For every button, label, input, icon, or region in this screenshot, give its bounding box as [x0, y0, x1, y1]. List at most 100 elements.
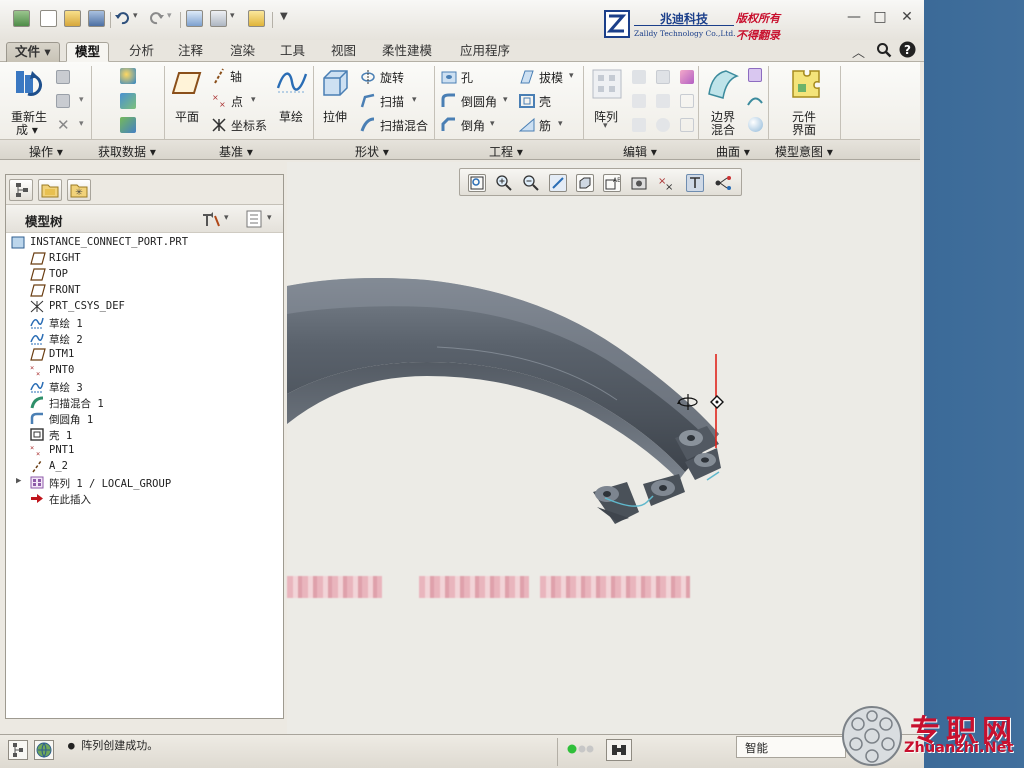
group-edit[interactable]: 编辑 ▾: [623, 143, 657, 160]
new-icon[interactable]: [40, 10, 57, 27]
trim-icon[interactable]: [632, 94, 646, 108]
show-list-icon[interactable]: [246, 210, 262, 228]
group-operations[interactable]: 操作 ▾: [29, 143, 63, 160]
group-model-intent[interactable]: 模型意图 ▾: [775, 143, 833, 160]
toggle-navigator-icon[interactable]: [8, 740, 28, 760]
sweep-dropdown-icon[interactable]: ▾: [412, 95, 417, 105]
chamfer-button[interactable]: 倒角: [461, 117, 485, 134]
view-manager-icon[interactable]: [630, 174, 648, 192]
tab-view[interactable]: 视图: [323, 42, 364, 62]
windows-icon[interactable]: [210, 10, 227, 27]
revolve-button[interactable]: 旋转: [380, 69, 404, 86]
customize-toolbar-icon[interactable]: ▼: [280, 11, 288, 22]
sweep-button[interactable]: 扫描: [380, 93, 404, 110]
undo-dropdown-icon[interactable]: ▾: [133, 11, 138, 21]
settings-dropdown-icon[interactable]: ▾: [224, 213, 229, 223]
graphics-viewport[interactable]: [287, 162, 920, 734]
save-icon[interactable]: [88, 10, 105, 27]
thicken-icon[interactable]: [656, 118, 670, 132]
shell-button[interactable]: 壳: [539, 93, 551, 110]
group-get-data[interactable]: 获取数据 ▾: [98, 143, 156, 160]
round-button[interactable]: 倒圆角: [461, 93, 497, 110]
annotation-display-icon[interactable]: [686, 174, 704, 192]
intersect-icon[interactable]: [656, 94, 670, 108]
extend-icon[interactable]: [680, 94, 694, 108]
datum-point-marker[interactable]: [710, 395, 724, 409]
tab-favorites[interactable]: ✳: [67, 179, 91, 201]
freestyle-icon[interactable]: [747, 93, 763, 109]
windows-dropdown-icon[interactable]: ▾: [230, 11, 235, 21]
group-surfaces[interactable]: 曲面 ▾: [716, 143, 750, 160]
regenerate-quick-icon[interactable]: [186, 10, 203, 27]
part-3d-model[interactable]: [287, 162, 920, 734]
rib-dropdown-icon[interactable]: ▾: [558, 119, 563, 129]
zoom-in-icon[interactable]: [495, 174, 513, 192]
copy-geometry-icon[interactable]: [120, 93, 136, 109]
redo-dropdown-icon[interactable]: ▾: [167, 11, 172, 21]
find-icon[interactable]: [606, 739, 632, 761]
sphere-surface-icon[interactable]: [748, 117, 763, 132]
draft-button[interactable]: 拔模: [539, 69, 563, 86]
delete-dropdown-icon[interactable]: ▾: [79, 119, 84, 129]
delete-icon[interactable]: ✕: [57, 116, 70, 134]
expand-arrow-icon[interactable]: ▶: [16, 476, 21, 486]
settings-tools-icon[interactable]: [201, 210, 221, 228]
merge-icon[interactable]: [656, 70, 670, 84]
rib-button[interactable]: 筋: [539, 117, 551, 134]
axis-button[interactable]: 轴: [230, 68, 242, 85]
selection-filter-dropdown[interactable]: 智能: [736, 736, 846, 758]
redo-icon[interactable]: [148, 10, 165, 27]
group-datum[interactable]: 基准 ▾: [219, 143, 253, 160]
help-icon[interactable]: ?: [899, 41, 916, 58]
minimize-icon[interactable]: —: [846, 9, 862, 25]
close-window-icon[interactable]: [248, 10, 265, 27]
chamfer-dropdown-icon[interactable]: ▾: [490, 119, 495, 129]
search-icon[interactable]: [876, 42, 892, 58]
show-dropdown-icon[interactable]: ▾: [267, 213, 272, 223]
group-engineering[interactable]: 工程 ▾: [489, 143, 523, 160]
tab-analysis[interactable]: 分析: [121, 42, 162, 62]
paste-icon[interactable]: [56, 94, 70, 108]
display-style-icon[interactable]: [576, 174, 594, 192]
tab-model-tree[interactable]: [9, 179, 33, 201]
tab-render[interactable]: 渲染: [222, 42, 263, 62]
hole-button[interactable]: 孔: [461, 69, 473, 86]
tab-file[interactable]: 文件 ▾: [6, 42, 60, 62]
round-dropdown-icon[interactable]: ▾: [503, 95, 508, 105]
maximize-icon[interactable]: □: [872, 9, 888, 25]
repaint-icon[interactable]: [549, 174, 567, 192]
tab-tools[interactable]: 工具: [272, 42, 313, 62]
ribbon-collapse-icon[interactable]: ︿: [852, 42, 865, 61]
refit-icon[interactable]: [468, 174, 486, 192]
tab-folder-browser[interactable]: [38, 179, 62, 201]
spin-center-toggle-icon[interactable]: [714, 174, 732, 192]
paste-dropdown-icon[interactable]: ▾: [79, 95, 84, 105]
tab-applications[interactable]: 应用程序: [452, 42, 518, 62]
app-icon[interactable]: [13, 10, 30, 27]
copy-icon[interactable]: [56, 70, 70, 84]
user-defined-feature-icon[interactable]: [120, 68, 136, 84]
saved-orientations-icon[interactable]: AB: [603, 174, 621, 192]
zoom-out-icon[interactable]: [522, 174, 540, 192]
tab-annotate[interactable]: 注释: [170, 42, 211, 62]
mirror-icon[interactable]: [632, 70, 646, 84]
swept-blend-button[interactable]: 扫描混合: [380, 117, 428, 134]
group-shapes[interactable]: 形状 ▾: [355, 143, 389, 160]
curve-edit-icon[interactable]: [680, 70, 694, 84]
point-button[interactable]: 点: [231, 93, 243, 110]
offset-icon[interactable]: [632, 118, 646, 132]
csys-button[interactable]: 坐标系: [231, 117, 267, 134]
toggle-browser-icon[interactable]: [34, 740, 54, 760]
datum-display-icon[interactable]: × ×: [657, 174, 675, 193]
undo-icon[interactable]: [114, 10, 131, 27]
open-icon[interactable]: [64, 10, 81, 27]
tab-flexible-modeling[interactable]: 柔性建模: [374, 42, 440, 62]
shrinkwrap-icon[interactable]: [120, 117, 136, 133]
style-icon[interactable]: [748, 68, 762, 82]
point-dropdown-icon[interactable]: ▾: [251, 95, 256, 105]
tab-model[interactable]: 模型: [66, 42, 110, 62]
solidify-icon[interactable]: [680, 118, 694, 132]
draft-dropdown-icon[interactable]: ▾: [569, 71, 574, 81]
pattern-dropdown-icon[interactable]: ▾: [603, 121, 608, 131]
close-icon[interactable]: ✕: [899, 9, 915, 25]
